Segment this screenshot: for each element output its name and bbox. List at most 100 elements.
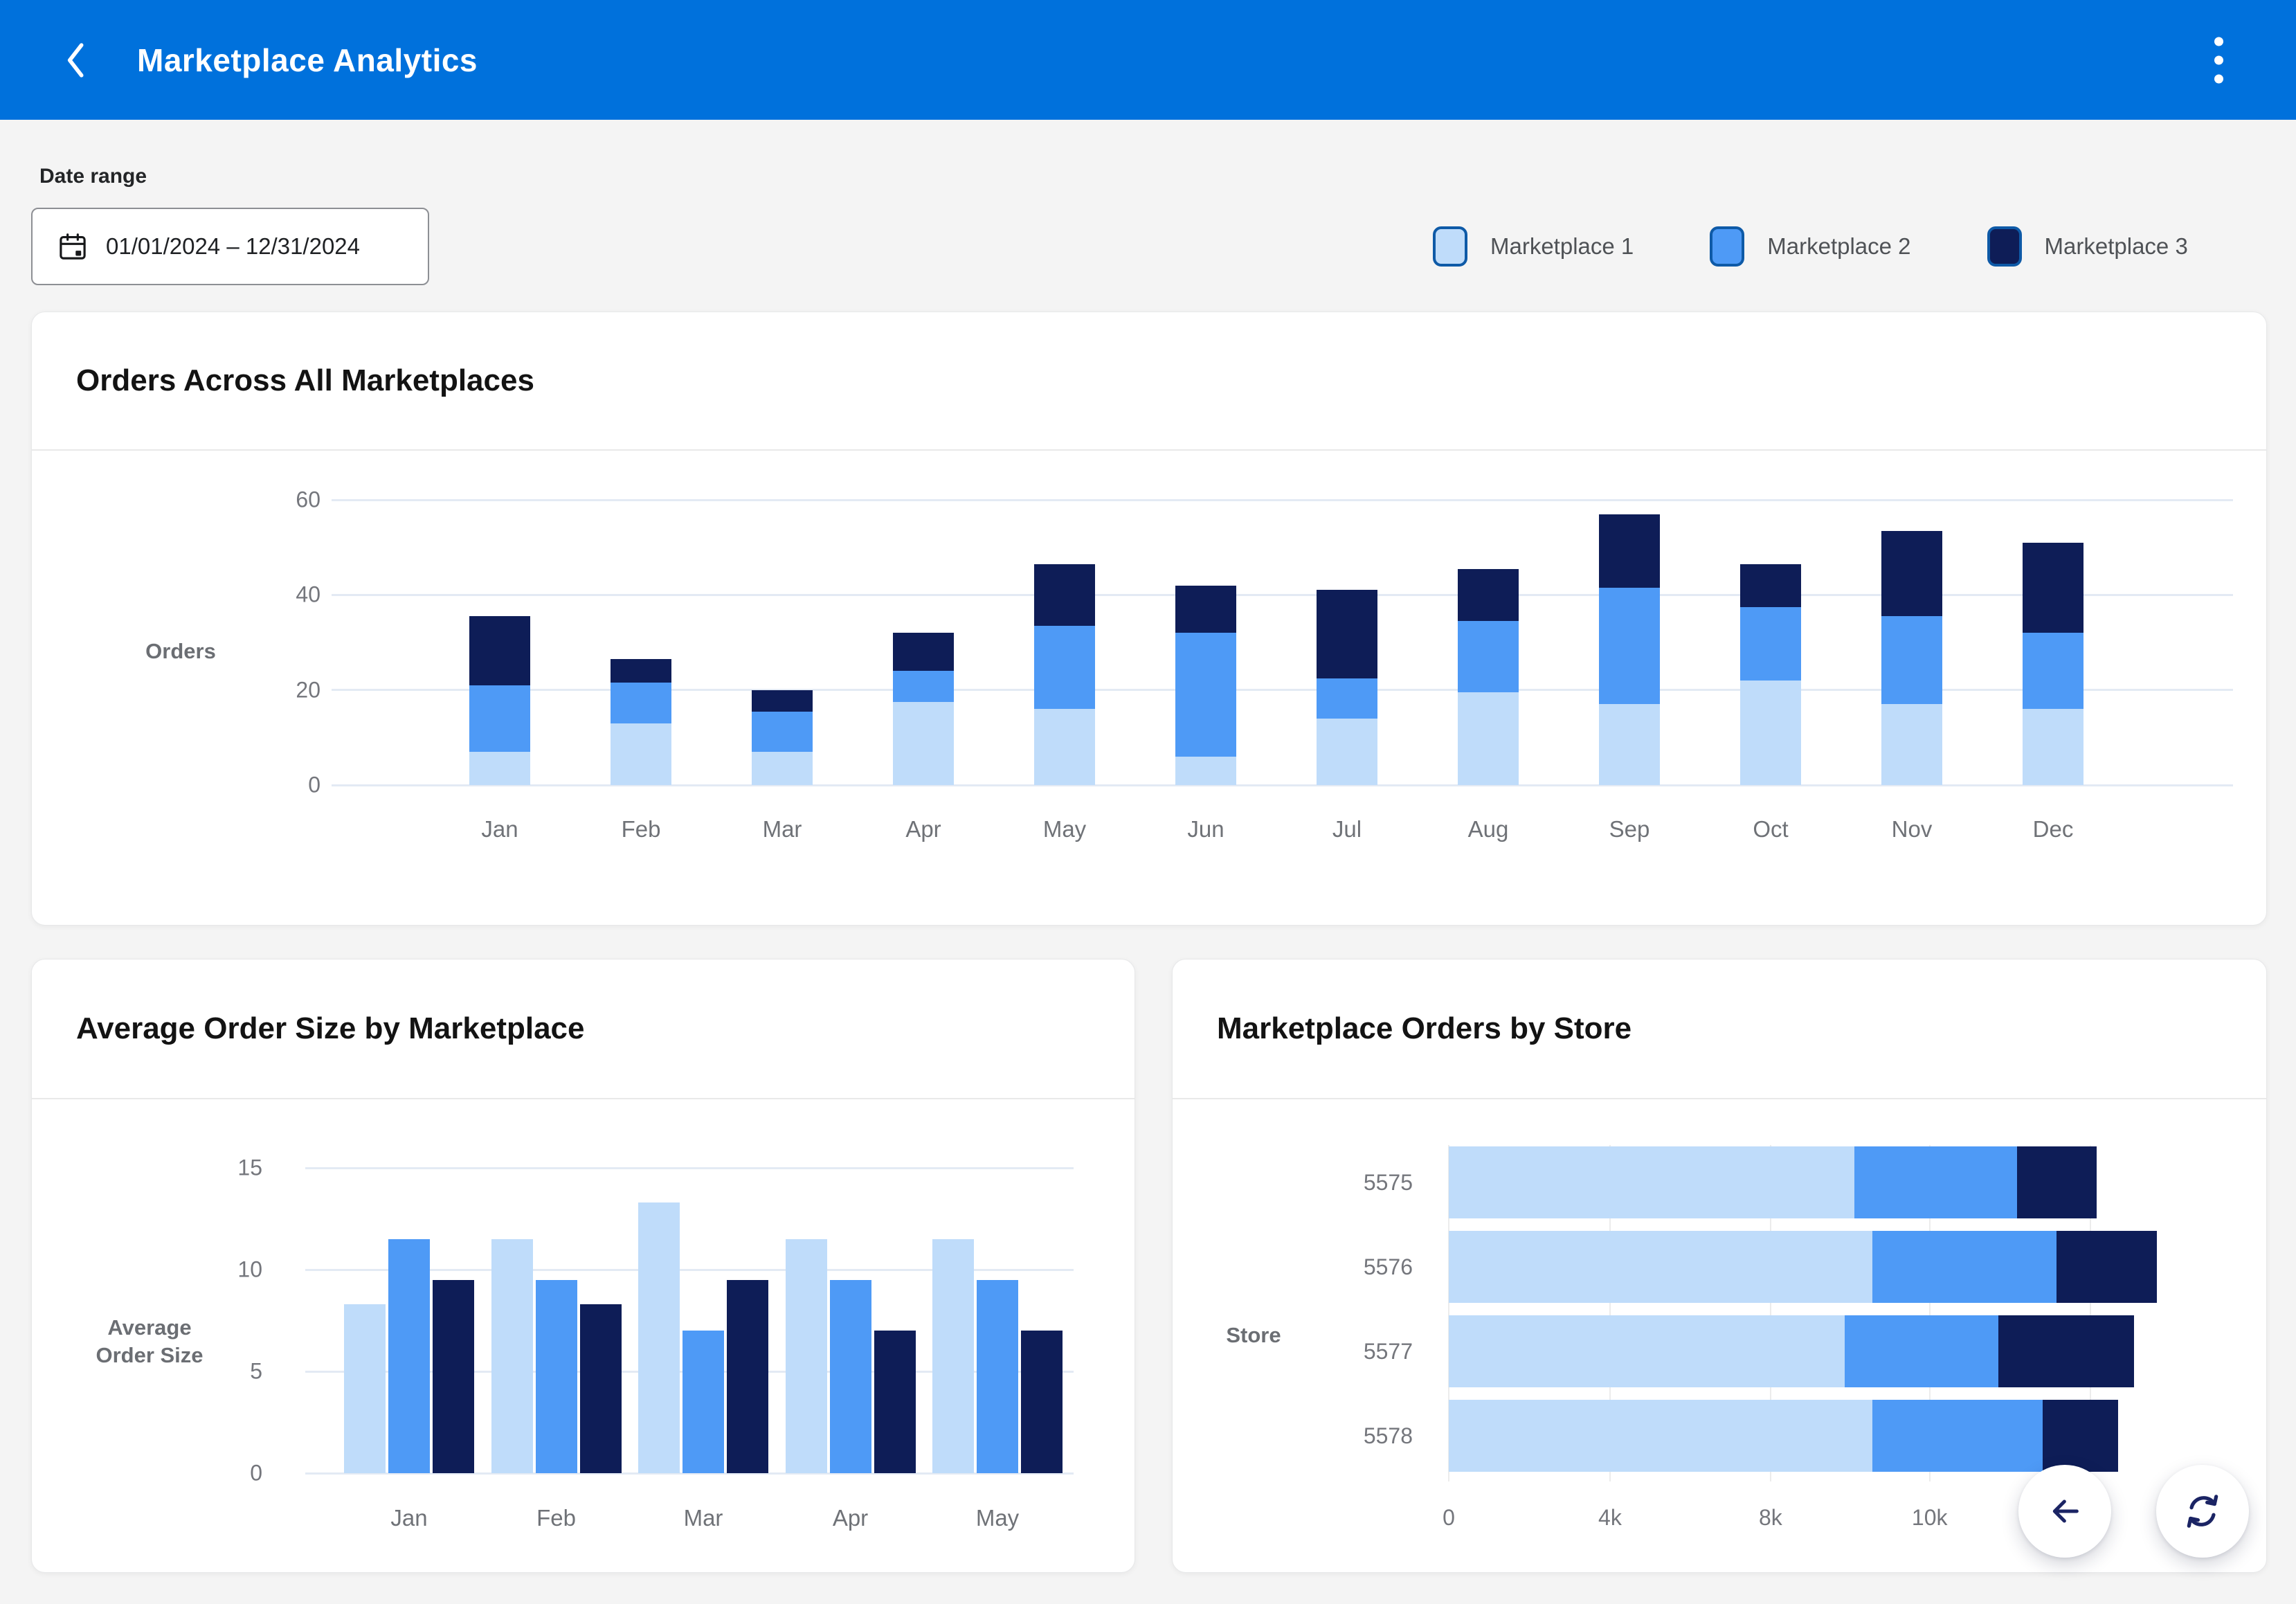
bar-segment-marketplace-3 <box>1458 569 1519 622</box>
average-order-size-card: Average Order Size by Marketplace Averag… <box>31 959 1135 1573</box>
bar-segment-marketplace-1 <box>1449 1315 1845 1387</box>
calendar-icon <box>57 231 88 262</box>
bar-segment-marketplace-2 <box>1845 1315 1998 1387</box>
bar-segment-marketplace-2 <box>1872 1400 2043 1472</box>
legend-swatch-marketplace-1 <box>1433 226 1467 267</box>
date-range-value: 01/01/2024 – 12/31/2024 <box>106 233 360 260</box>
stacked-bar-jan <box>469 616 530 785</box>
store-label: 5577 <box>1330 1315 1413 1387</box>
bar-marketplace-1 <box>344 1304 386 1473</box>
card-header: Orders Across All Marketplaces <box>32 312 2266 451</box>
store-bar-5575 <box>1449 1146 2169 1218</box>
bar-segment-marketplace-1 <box>1034 709 1095 785</box>
bar-segment-marketplace-1 <box>611 723 671 785</box>
y-tick-label: 40 <box>296 582 320 608</box>
bar-segment-marketplace-2 <box>1034 626 1095 709</box>
bar-segment-marketplace-3 <box>2057 1231 2158 1303</box>
bar-segment-marketplace-3 <box>1998 1315 2135 1387</box>
bar-marketplace-2 <box>977 1280 1018 1473</box>
bar-group-jan <box>344 1239 474 1473</box>
back-button[interactable] <box>61 36 89 84</box>
legend-label: Marketplace 2 <box>1767 233 1910 260</box>
store-label: 5575 <box>1330 1146 1413 1218</box>
bar-group-feb <box>491 1239 622 1473</box>
month-label: Apr <box>893 816 954 842</box>
month-label: Jul <box>1317 816 1377 842</box>
y-axis-title: Average Order Size <box>80 1314 219 1369</box>
bar-segment-marketplace-3 <box>1881 531 1942 617</box>
y-tick-label: 60 <box>296 487 320 513</box>
bar-segment-marketplace-2 <box>1317 678 1377 719</box>
marketplace-legend: Marketplace 1 Marketplace 2 Marketplace … <box>1433 208 2188 285</box>
legend-item-marketplace-3[interactable]: Marketplace 3 <box>1987 226 2188 267</box>
bar-segment-marketplace-3 <box>611 659 671 683</box>
y-tick-label: 20 <box>296 677 320 703</box>
bar-segment-marketplace-3 <box>1034 564 1095 626</box>
store-labels: 5575 5576 5577 5578 <box>1330 1146 1413 1472</box>
bar-segment-marketplace-2 <box>1458 621 1519 692</box>
store-label: 5576 <box>1330 1231 1413 1303</box>
bar-marketplace-1 <box>932 1239 974 1473</box>
bar-segment-marketplace-2 <box>1740 607 1801 681</box>
bar-segment-marketplace-1 <box>1317 719 1377 785</box>
card-header: Marketplace Orders by Store <box>1173 959 2266 1099</box>
stacked-bar-oct <box>1740 564 1801 785</box>
bar-segment-marketplace-2 <box>611 683 671 723</box>
legend-label: Marketplace 3 <box>2045 233 2188 260</box>
bar-segment-marketplace-3 <box>752 690 813 712</box>
bar-segment-marketplace-3 <box>1317 590 1377 678</box>
date-range-input[interactable]: 01/01/2024 – 12/31/2024 <box>31 208 429 285</box>
bar-segment-marketplace-3 <box>469 616 530 685</box>
overflow-menu-icon[interactable] <box>2210 33 2227 87</box>
month-label: Mar <box>638 1505 768 1531</box>
bar-segment-marketplace-1 <box>1175 757 1236 785</box>
bar-segment-marketplace-2 <box>893 671 954 702</box>
month-label: Jun <box>1175 816 1236 842</box>
x-axis-labels: JanFebMarAprMay <box>305 1505 1074 1531</box>
date-range-label: Date range <box>39 165 147 188</box>
bar-segment-marketplace-2 <box>1854 1146 2017 1218</box>
kebab-dot <box>2214 37 2223 46</box>
bar-segment-marketplace-2 <box>2023 633 2083 709</box>
bar-marketplace-1 <box>786 1239 827 1473</box>
x-axis-labels: JanFebMarAprMayJunJulAugSepOctNovDec <box>332 816 2233 842</box>
back-chevron-icon <box>63 37 87 83</box>
horizontal-stacked-bar-plot <box>1449 1146 2169 1472</box>
fab-refresh-button[interactable] <box>2156 1465 2249 1558</box>
bar-segment-marketplace-1 <box>2023 709 2083 785</box>
stacked-bar-jul <box>1317 590 1377 785</box>
bar-segment-marketplace-3 <box>1740 564 1801 607</box>
month-label: May <box>932 1505 1063 1531</box>
stacked-bar-feb <box>611 659 671 785</box>
legend-item-marketplace-1[interactable]: Marketplace 1 <box>1433 226 1634 267</box>
stacked-bar-jun <box>1175 586 1236 785</box>
y-tick-label: 0 <box>308 773 320 798</box>
bar-segment-marketplace-1 <box>1449 1400 1872 1472</box>
legend-label: Marketplace 1 <box>1490 233 1634 260</box>
month-label: Nov <box>1881 816 1942 842</box>
legend-swatch-marketplace-3 <box>1987 226 2022 267</box>
bar-segment-marketplace-1 <box>1740 681 1801 785</box>
bar-marketplace-3 <box>1021 1331 1063 1473</box>
bar-marketplace-3 <box>580 1304 622 1473</box>
stacked-bar-aug <box>1458 569 1519 785</box>
legend-item-marketplace-2[interactable]: Marketplace 2 <box>1710 226 1910 267</box>
bar-segment-marketplace-1 <box>1449 1231 1872 1303</box>
x-tick-label: 8k <box>1759 1505 1782 1531</box>
month-label: Feb <box>611 816 671 842</box>
app-bar: Marketplace Analytics <box>0 0 2296 120</box>
x-tick-label: 4k <box>1598 1505 1622 1531</box>
bar-marketplace-3 <box>874 1331 916 1473</box>
fab-back-button[interactable] <box>2018 1465 2111 1558</box>
bar-segment-marketplace-2 <box>752 712 813 752</box>
bar-marketplace-2 <box>830 1280 871 1473</box>
bar-marketplace-2 <box>388 1239 430 1473</box>
x-tick-label: 10k <box>1912 1505 1948 1531</box>
month-label: Feb <box>491 1505 622 1531</box>
card-header: Average Order Size by Marketplace <box>32 959 1135 1099</box>
store-label: 5578 <box>1330 1400 1413 1472</box>
bar-segment-marketplace-2 <box>1881 616 1942 704</box>
stacked-bar-may <box>1034 564 1095 785</box>
kebab-dot <box>2214 55 2223 64</box>
bar-segment-marketplace-2 <box>1872 1231 2057 1303</box>
